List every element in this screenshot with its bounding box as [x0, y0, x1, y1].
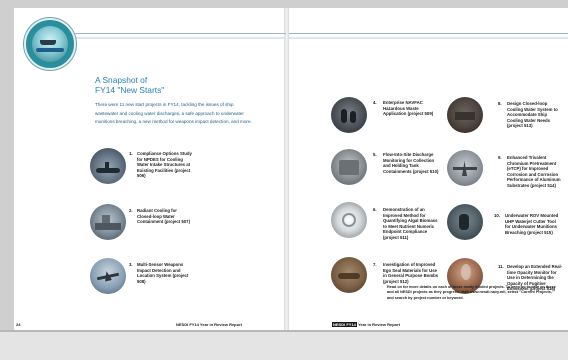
project-number: 4. — [373, 100, 377, 105]
project-text: Enhanced Trivalent Chromium Pretreatment… — [507, 155, 561, 188]
project-number: 3. — [129, 262, 133, 267]
closing-note: Read on for more details on each of thes… — [387, 285, 556, 300]
deck-photo-icon — [447, 97, 483, 133]
project-number: 10. — [494, 213, 500, 218]
project-text: Radiant Cooling for Closed-loop Water Co… — [137, 208, 191, 225]
title-line-1: A Snapshot of — [95, 75, 148, 85]
project-number: 9. — [498, 155, 502, 160]
page-title: A Snapshot of FY14 "New Starts" — [95, 75, 255, 95]
project-text: Demonstration of an Improved Method for … — [383, 207, 438, 240]
project-number: 2. — [129, 208, 133, 213]
header-rule-right-accent — [289, 37, 568, 39]
intro-text: There were 11 new start projects in FY14… — [95, 102, 252, 125]
ship-photo-icon — [90, 204, 126, 240]
header-rule-left-accent — [74, 37, 286, 39]
project-number: 8. — [498, 101, 502, 106]
right-footer-label: NESDI FY14 — [332, 322, 357, 327]
aircraft-photo-icon — [90, 258, 126, 294]
jet-photo-icon — [447, 150, 483, 186]
header-rule-left — [74, 33, 286, 34]
header-rule-right — [289, 33, 568, 34]
title-line-2: FY14 "New Starts" — [95, 85, 165, 95]
project-number: 7. — [373, 262, 377, 267]
project-text: Enterprise NAVFAC Hazardous Waste Applic… — [383, 100, 434, 117]
project-text: Flow-Into-Site Discharge Monitoring for … — [383, 152, 439, 174]
page-gutter — [284, 8, 289, 330]
algae-photo-icon — [331, 202, 367, 238]
diver-photo-icon — [447, 204, 483, 240]
tank-photo-icon — [331, 149, 367, 185]
project-text: Compliance Options Study for NPDES for C… — [137, 151, 192, 179]
right-footer: NESDI FY14 Year in Review Report — [332, 322, 400, 327]
workers-photo-icon — [331, 97, 367, 133]
page-shadow — [0, 330, 568, 332]
project-text: Investigation of Improved Ego Seal Mater… — [383, 262, 439, 284]
project-number: 1. — [129, 151, 133, 156]
bomb-photo-icon — [331, 257, 367, 293]
project-text: Multi-Sensor Weapons Impact Detection an… — [137, 262, 189, 284]
nesdi-logo — [24, 18, 76, 70]
viewer-bottom-area — [0, 330, 568, 360]
project-number: 5. — [373, 152, 377, 157]
document-spread: A Snapshot of FY14 "New Starts" There we… — [0, 0, 568, 360]
left-footer: NESDI FY14 Year in Review Report — [176, 322, 242, 327]
project-number: 6. — [373, 207, 377, 212]
right-footer-rest: Year in Review Report — [357, 322, 400, 327]
submarine-photo-icon — [90, 148, 126, 184]
page-number: 24 — [16, 322, 21, 327]
project-text: Design Closed-loop Cooling Water System … — [507, 101, 558, 129]
project-text: Underwater ROV Mounted UHP Waterjet Cutt… — [505, 213, 559, 235]
project-number: 11. — [498, 264, 504, 269]
